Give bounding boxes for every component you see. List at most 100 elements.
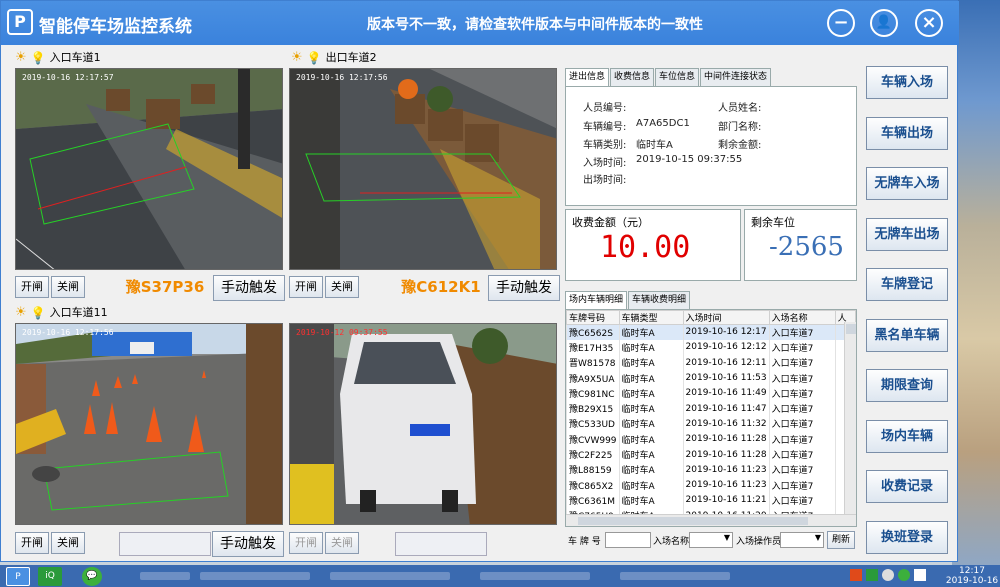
light-on-icon: ☀: [15, 305, 27, 320]
tray-icon[interactable]: [898, 569, 910, 581]
table-cell: 2019-10-16 11:32: [682, 416, 770, 432]
tab-middleware-status[interactable]: 中间件连接状态: [700, 68, 772, 86]
table-cell: 入口车道7: [768, 446, 836, 463]
fee-records-button[interactable]: 收费记录: [866, 470, 948, 503]
taskbar-item[interactable]: [200, 572, 310, 580]
camera-3-close-button[interactable]: 关闸: [51, 532, 85, 554]
table-row[interactable]: 豫E17H35 临时车A 2019-10-16 12:12 入口车道7: [566, 339, 856, 356]
hscrollbar-thumb[interactable]: [578, 517, 808, 525]
parking-app-taskbar-icon[interactable]: P: [6, 567, 30, 586]
taskbar-clock[interactable]: 12:17 2019-10-16: [944, 566, 1000, 586]
taskbar-item[interactable]: [330, 572, 450, 580]
refresh-button[interactable]: 刷新: [827, 531, 855, 549]
table-cell: 豫C2F225: [566, 446, 620, 463]
table-cell: 入口车道7: [768, 355, 836, 371]
entry-time-label: 入场时间:: [583, 158, 627, 169]
vehicle-table: 车牌号码 车辆类型 入场时间 入场名称 人 豫C6562S 临时车A 2019-10…: [566, 310, 856, 524]
camera-2-manual-trigger-button[interactable]: 手动触发: [488, 275, 560, 301]
table-row[interactable]: 晋W81578 临时车A 2019-10-16 12:11 入口车道7: [566, 355, 856, 371]
volume-icon[interactable]: [914, 569, 926, 581]
iqiyi-taskbar-icon[interactable]: iQ: [38, 567, 62, 586]
table-row[interactable]: 豫C533UD 临时车A 2019-10-16 11:32 入口车道7: [566, 416, 856, 432]
fee-value: 10.00: [600, 230, 691, 265]
camera-3-manual-trigger-button[interactable]: 手动触发: [212, 531, 284, 557]
person-no-label: 人员编号:: [583, 103, 627, 114]
vehicle-entry-button[interactable]: 车辆入场: [866, 66, 948, 99]
camera-3-image: [16, 324, 282, 524]
table-row[interactable]: 豫C6361M 临时车A 2019-10-16 11:21 入口车道7: [566, 492, 856, 509]
wechat-taskbar-icon[interactable]: 💬: [82, 567, 102, 586]
table-cell: 豫C6562S: [566, 324, 620, 340]
table-row[interactable]: 豫CVW999 临时车A 2019-10-16 11:28 入口车道7: [566, 431, 856, 447]
camera-1-close-button[interactable]: 关闸: [51, 276, 85, 298]
close-button[interactable]: ×: [915, 9, 943, 37]
table-cell: 入口车道7: [768, 370, 836, 386]
user-button[interactable]: 👤: [870, 9, 898, 37]
tray-icon[interactable]: [850, 569, 862, 581]
spaces-value: -2565: [769, 232, 844, 262]
shift-login-button[interactable]: 换班登录: [866, 520, 948, 554]
horizontal-scrollbar[interactable]: [566, 514, 856, 526]
table-cell: 2019-10-16 12:12: [682, 339, 770, 356]
unplated-exit-button[interactable]: 无牌车出场: [866, 217, 948, 251]
vertical-scrollbar[interactable]: [844, 322, 856, 514]
tab-vehicles-in-lot[interactable]: 场内车辆明细: [565, 291, 628, 309]
table-row[interactable]: 豫A9X5UA 临时车A 2019-10-16 11:53 入口车道7: [566, 370, 856, 386]
operator-select[interactable]: ▼: [780, 532, 824, 548]
blacklist-button[interactable]: 黑名单车辆: [866, 318, 948, 352]
camera-4-feed[interactable]: 2019-10-12 09:37:55: [289, 323, 557, 525]
table-cell: 2019-10-16 11:28: [682, 431, 770, 447]
light-on-icon: ☀: [15, 50, 27, 65]
vehicle-exit-button[interactable]: 车辆出场: [866, 116, 948, 150]
col-plate[interactable]: 车牌号码: [566, 310, 620, 325]
camera-2-plate: 豫C612K1: [401, 278, 481, 296]
table-cell: 入口车道7: [768, 477, 836, 493]
table-row[interactable]: 豫C865X2 临时车A 2019-10-16 11:23 入口车道7: [566, 477, 856, 493]
table-row[interactable]: 豫B29X15 临时车A 2019-10-16 11:47 入口车道7: [566, 400, 856, 417]
camera-4-open-button[interactable]: 开闸: [289, 532, 323, 554]
col-entry-time[interactable]: 入场时间: [682, 310, 770, 325]
camera-1-manual-trigger-button[interactable]: 手动触发: [213, 275, 285, 301]
tray-icon[interactable]: [882, 569, 894, 581]
table-row[interactable]: 豫C981NC 临时车A 2019-10-16 11:49 入口车道7: [566, 385, 856, 401]
app-window: P 智能停车场监控系统 版本号不一致，请检查软件版本与中间件版本的一致性 − 👤…: [0, 0, 959, 562]
camera-1-feed[interactable]: 2019-10-16 12:17:57: [15, 68, 283, 270]
camera-4-close-button[interactable]: 关闸: [325, 532, 359, 554]
tab-fee-info[interactable]: 收费信息: [610, 68, 655, 86]
table-cell: 入口车道7: [768, 339, 836, 356]
taskbar-item[interactable]: [620, 572, 730, 580]
taskbar-item[interactable]: [140, 572, 190, 580]
chevron-down-icon: ▼: [723, 533, 730, 542]
scrollbar-thumb[interactable]: [846, 324, 856, 334]
col-type[interactable]: 车辆类型: [618, 310, 684, 325]
table-cell: 入口车道7: [768, 324, 836, 340]
plate-registration-button[interactable]: 车牌登记: [866, 268, 948, 301]
tab-fee-details[interactable]: 车辆收费明细: [628, 291, 691, 309]
vehicles-in-lot-button[interactable]: 场内车辆: [866, 419, 948, 453]
minimize-button[interactable]: −: [827, 9, 855, 37]
tab-space-info[interactable]: 车位信息: [655, 68, 700, 86]
table-row[interactable]: 豫L88159 临时车A 2019-10-16 11:23 入口车道7: [566, 462, 856, 478]
camera-2-close-button[interactable]: 关闸: [325, 276, 359, 298]
plate-filter-input[interactable]: [605, 532, 651, 548]
tray-icon[interactable]: [866, 569, 878, 581]
term-query-button[interactable]: 期限查询: [866, 369, 948, 402]
taskbar-item[interactable]: [480, 572, 590, 580]
camera-2-open-button[interactable]: 开闸: [289, 276, 323, 298]
table-cell: 2019-10-16 11:28: [682, 446, 770, 463]
camera-2-feed[interactable]: 2019-10-16 12:17:56: [289, 68, 557, 270]
camera-1-timestamp: 2019-10-16 12:17:57: [22, 73, 114, 82]
table-cell: 2019-10-16 11:23: [682, 477, 770, 493]
tab-entry-exit-info[interactable]: 进出信息: [565, 68, 610, 86]
table-cell: 临时车A: [618, 446, 684, 463]
camera-4-timestamp: 2019-10-12 09:37:55: [296, 328, 388, 337]
table-row[interactable]: 豫C2F225 临时车A 2019-10-16 11:28 入口车道7: [566, 446, 856, 463]
unplated-entry-button[interactable]: 无牌车入场: [866, 167, 948, 200]
entry-name-select[interactable]: ▼: [689, 532, 733, 548]
camera-3-feed[interactable]: 2019-10-16 12:17:56: [15, 323, 283, 525]
camera-3-open-button[interactable]: 开闸: [15, 532, 49, 554]
table-row[interactable]: 豫C6562S 临时车A 2019-10-16 12:17 入口车道7: [566, 324, 856, 340]
parking-logo-icon: P: [7, 9, 33, 35]
col-entry-name[interactable]: 入场名称: [768, 310, 836, 325]
camera-1-open-button[interactable]: 开闸: [15, 276, 49, 298]
